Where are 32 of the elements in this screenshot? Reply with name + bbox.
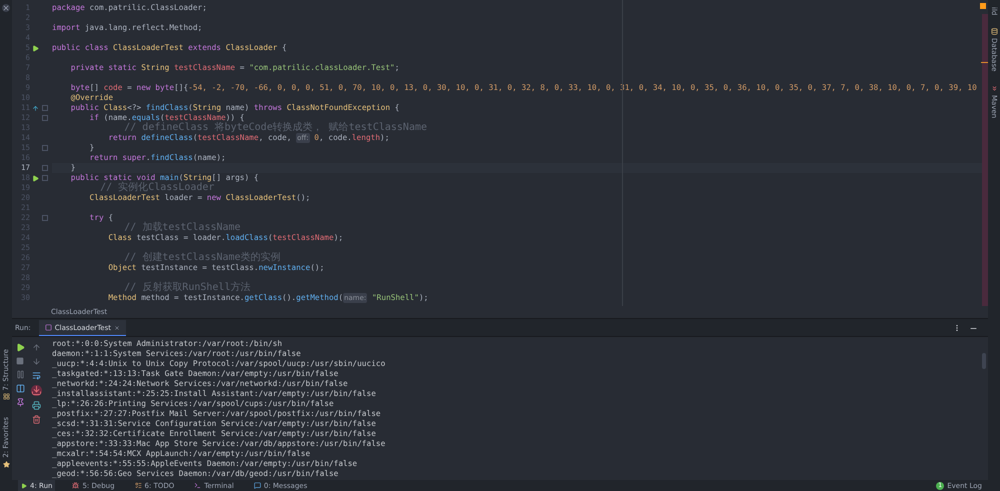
run-gutter-icon[interactable] — [32, 44, 38, 52]
bug-icon — [72, 482, 80, 489]
star-icon[interactable] — [2, 461, 10, 468]
override-gutter-icon[interactable] — [32, 104, 38, 112]
database-icon[interactable] — [990, 28, 998, 36]
close-icon[interactable] — [114, 324, 120, 330]
pause-icon[interactable] — [16, 370, 24, 379]
down-arrow-icon[interactable] — [32, 357, 40, 366]
message-icon — [254, 482, 261, 489]
maven-icon[interactable] — [990, 84, 998, 92]
list-icon — [134, 482, 142, 489]
close-icon[interactable] — [2, 4, 10, 12]
print-icon[interactable] — [32, 401, 40, 410]
console-icon — [44, 324, 52, 331]
structure-icon[interactable] — [2, 393, 10, 400]
terminal-icon — [194, 482, 202, 489]
warning-indicator — [980, 3, 986, 9]
pin-icon[interactable] — [16, 398, 24, 407]
scroll-to-end-icon[interactable] — [30, 385, 42, 396]
code-token: // defineClass 将byteCode转换成类， 赋给testClassName — [123, 123, 428, 133]
code-token: // 反射获取RunShell方法 — [123, 283, 250, 293]
code-token: // 加载testClassName — [123, 223, 241, 233]
wrap-lines-icon[interactable] — [32, 371, 40, 380]
code-token: // 实例化ClassLoader — [99, 183, 214, 193]
layout-icon[interactable] — [16, 384, 24, 393]
play-icon[interactable] — [16, 343, 24, 352]
run-gutter-icon[interactable] — [32, 174, 38, 182]
run-icon — [21, 482, 27, 488]
up-arrow-icon[interactable] — [32, 343, 40, 352]
trash-icon[interactable] — [32, 415, 40, 424]
code-token: // 创建testClassName类的实例 — [123, 253, 281, 263]
stop-icon[interactable] — [16, 357, 24, 365]
